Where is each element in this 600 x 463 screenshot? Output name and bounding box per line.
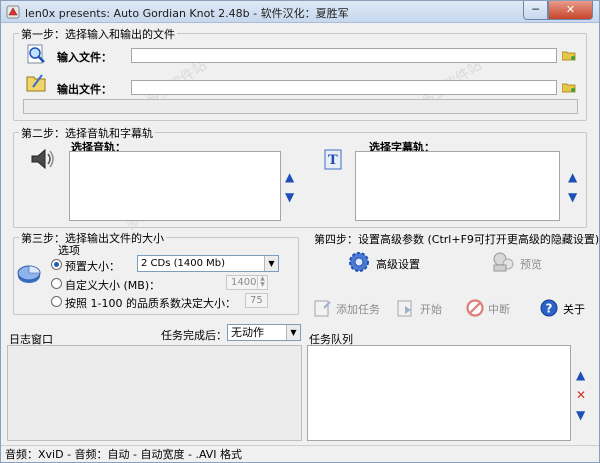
- output-file-field[interactable]: [131, 80, 557, 95]
- preset-size-value: 2 CDs (1400 Mb): [141, 258, 226, 269]
- step3-title: 第三步：选择输出文件的大小: [19, 230, 166, 246]
- start-button[interactable]: 开始: [420, 301, 442, 317]
- preview-button[interactable]: 预览: [520, 256, 542, 272]
- custom-size-spinner[interactable]: 1400 ▲ ▼: [226, 275, 268, 290]
- add-task-icon[interactable]: [313, 298, 333, 318]
- on-complete-value: 无动作: [231, 326, 264, 339]
- output-file-label: 输出文件：: [57, 83, 112, 96]
- quality-value: 75: [250, 295, 263, 306]
- on-complete-select[interactable]: 无动作 ▼: [227, 324, 301, 341]
- subtitle-track-list[interactable]: [355, 151, 560, 221]
- title-bar[interactable]: len0x presents: Auto Gordian Knot 2.48b …: [1, 1, 599, 23]
- abort-button[interactable]: 中断: [488, 301, 510, 317]
- preset-size-select[interactable]: 2 CDs (1400 Mb) ▼: [137, 255, 279, 272]
- svg-text:?: ?: [546, 302, 553, 316]
- audio-track-list[interactable]: [69, 151, 281, 221]
- chevron-down-icon: ▼: [264, 256, 278, 271]
- subtitle-move-up-icon[interactable]: ▲: [568, 171, 577, 183]
- close-button[interactable]: ✕: [548, 1, 593, 20]
- start-icon[interactable]: [396, 298, 416, 318]
- options-label: 选项: [58, 244, 80, 257]
- task-queue-list[interactable]: [307, 345, 571, 441]
- chevron-down-icon: ▼: [286, 325, 300, 340]
- svg-text:T: T: [328, 153, 338, 168]
- custom-size-value: 1400: [231, 277, 257, 288]
- input-file-field[interactable]: [131, 48, 557, 63]
- disk-size-pie-icon: [17, 265, 41, 283]
- quality-spinner[interactable]: 75: [245, 293, 268, 308]
- output-browse-folder-icon[interactable]: [562, 82, 576, 93]
- advanced-settings-button[interactable]: 高级设置: [376, 256, 420, 272]
- audio-move-down-icon[interactable]: ▼: [285, 191, 294, 203]
- gear-icon[interactable]: [347, 250, 371, 274]
- preview-film-icon[interactable]: [491, 250, 515, 274]
- audio-move-up-icon[interactable]: ▲: [285, 171, 294, 183]
- input-file-icon: [27, 44, 45, 64]
- add-task-button[interactable]: 添加任务: [336, 301, 380, 317]
- output-file-icon: [26, 74, 46, 92]
- queue-remove-icon[interactable]: ✕: [576, 389, 586, 401]
- input-file-label: 输入文件：: [57, 51, 112, 64]
- log-textarea[interactable]: [7, 345, 302, 441]
- subtitle-icon: T: [324, 149, 342, 170]
- app-icon: [6, 5, 20, 19]
- file-progress-bar: [23, 99, 578, 114]
- on-complete-label: 任务完成后：: [161, 329, 227, 342]
- input-browse-folder-icon[interactable]: [562, 50, 576, 61]
- quality-size-radio[interactable]: [51, 296, 62, 307]
- queue-move-up-icon[interactable]: ▲: [576, 369, 585, 381]
- minimize-button[interactable]: ─: [523, 1, 548, 20]
- spinner-arrows-icon: ▲ ▼: [257, 276, 267, 289]
- custom-size-radio[interactable]: [51, 278, 62, 289]
- app-window: len0x presents: Auto Gordian Knot 2.48b …: [0, 0, 600, 463]
- abort-icon[interactable]: [465, 298, 485, 318]
- queue-move-down-icon[interactable]: ▼: [576, 409, 585, 421]
- custom-size-label: 自定义大小 (MB)：: [65, 279, 161, 292]
- preset-size-label: 预置大小：: [65, 260, 120, 273]
- status-bar: 音频：XviD - 音频：自动 - 自动宽度 - .AVI 格式: [1, 445, 599, 463]
- help-icon[interactable]: ?: [539, 298, 559, 318]
- window-title: len0x presents: Auto Gordian Knot 2.48b …: [25, 7, 349, 20]
- step4-title: 第四步：设置高级参数 (Ctrl+F9可打开更高级的隐藏设置): [314, 233, 600, 246]
- audio-speaker-icon: [31, 148, 54, 170]
- about-button[interactable]: 关于: [563, 301, 585, 317]
- subtitle-move-down-icon[interactable]: ▼: [568, 191, 577, 203]
- preset-size-radio[interactable]: [51, 259, 62, 270]
- step1-title: 第一步：选择输入和输出的文件: [19, 26, 177, 42]
- quality-size-label: 按照 1-100 的品质系数决定大小：: [65, 297, 236, 310]
